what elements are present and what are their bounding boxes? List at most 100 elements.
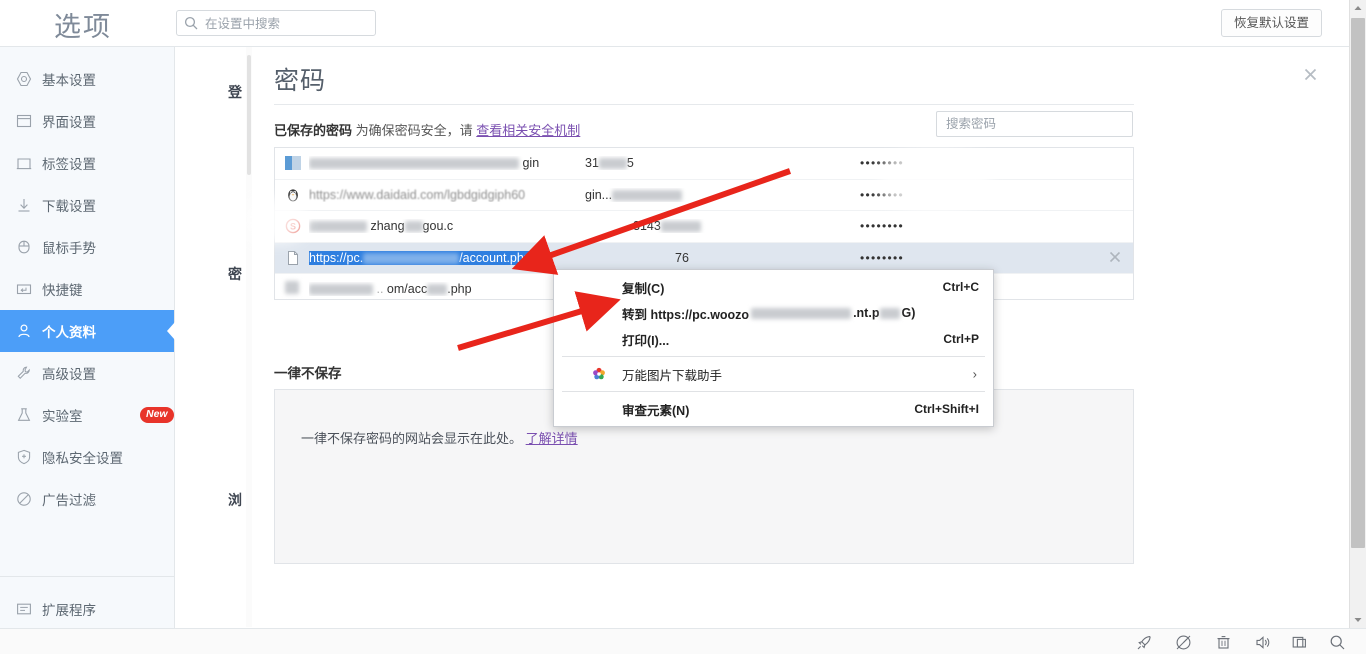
close-icon[interactable] — [1300, 65, 1320, 85]
speedometer-icon[interactable] — [1175, 634, 1192, 651]
username: gin... — [585, 188, 815, 202]
background-section-login: 登 — [228, 84, 242, 100]
sidebar-item-label: 下载设置 — [42, 199, 96, 214]
table-row[interactable]: gin 31 5 •••••••• — [275, 148, 1133, 180]
scrollbar-thumb[interactable] — [1351, 18, 1365, 548]
password-dots: •••••••• — [860, 219, 905, 234]
reset-defaults-button[interactable]: 恢复默认设置 — [1220, 9, 1322, 37]
chevron-right-icon: › — [972, 366, 977, 382]
context-menu-item-copy[interactable]: 复制(C) Ctrl+C — [554, 274, 993, 300]
context-menu-item-shortcut: Ctrl+C — [942, 280, 979, 294]
scroll-up-icon[interactable] — [1350, 0, 1366, 17]
tab-icon — [16, 155, 32, 171]
trash-icon[interactable] — [1215, 634, 1232, 651]
context-menu-item-label: 复制(C) — [622, 281, 665, 296]
sidebar-item-label: 扩展程序 — [42, 603, 96, 618]
mouse-icon — [16, 239, 32, 255]
document-favicon — [285, 250, 301, 266]
site-url: zhang gou.c — [309, 219, 619, 233]
block-icon — [16, 491, 32, 507]
context-menu-item-goto[interactable]: 转到 https://pc.woozo .nt.p G) — [554, 300, 993, 326]
blank-favicon — [285, 281, 301, 297]
password-search-input[interactable] — [936, 111, 1133, 137]
saved-passwords-heading: 已保存的密码 为确保密码安全，请 查看相关安全机制 — [274, 120, 580, 139]
username: 31 5 — [585, 156, 634, 171]
user-icon — [16, 323, 32, 339]
rocket-icon[interactable] — [1136, 634, 1153, 651]
sidebar-item-label: 隐私安全设置 — [42, 451, 123, 466]
flask-icon — [16, 407, 32, 423]
context-menu-item-label: 转到 https://pc.woozo — [622, 307, 750, 322]
site-url: gin — [309, 156, 619, 170]
sidebar-divider — [0, 576, 175, 577]
sidebar-item-interface[interactable]: 界面设置 — [0, 100, 174, 142]
sidebar-item-label: 标签设置 — [42, 157, 96, 172]
context-menu-item-shortcut: Ctrl+Shift+I — [914, 402, 979, 416]
sidebar-item-download[interactable]: 下载设置 — [0, 184, 174, 226]
username: 3143 — [585, 219, 815, 233]
speaker-icon[interactable] — [1254, 634, 1271, 651]
sidebar-item-label: 基本设置 — [42, 73, 96, 88]
context-menu-item-image-downloader[interactable]: 万能图片下载助手 › — [554, 361, 993, 387]
saved-passwords-note: 为确保密码安全，请 — [355, 123, 473, 138]
sidebar-item-tabs[interactable]: 标签设置 — [0, 142, 174, 184]
site-url: https://www.daidaid.com/lgbdgidgiph60 — [309, 187, 526, 202]
flower-color-icon — [592, 367, 606, 381]
sidebar-item-label: 实验室 — [42, 409, 83, 424]
scroll-down-icon[interactable] — [1350, 611, 1366, 628]
search-icon[interactable] — [1329, 634, 1346, 651]
dialog-title: 密码 — [274, 67, 327, 95]
background-section-browse: 浏 — [228, 492, 242, 508]
sidebar-item-profile[interactable]: 个人资料 — [0, 310, 175, 352]
new-badge: New — [140, 407, 174, 423]
sidebar: 基本设置 界面设置 标签设置 下载设置 鼠标手势 快捷键 个人资料 高级设置 实… — [0, 47, 175, 654]
context-menu-item-label: 审查元素(N) — [622, 403, 690, 418]
never-saved-text: 一律不保存密码的网站会显示在此处。 了解详情 — [301, 431, 578, 446]
shield-plus-icon — [16, 449, 32, 465]
redaction-smudge — [246, 198, 306, 242]
remove-password-icon[interactable] — [1109, 250, 1121, 266]
context-menu-item-shortcut: Ctrl+P — [943, 332, 979, 346]
sidebar-item-shortcuts[interactable]: 快捷键 — [0, 268, 174, 310]
dialog-title-divider — [274, 104, 1134, 105]
gear-circle-icon — [16, 71, 32, 87]
sidebar-item-adblock[interactable]: 广告过滤 — [0, 478, 174, 520]
inner-scrollbar-thumb[interactable] — [247, 55, 251, 175]
sidebar-item-basic[interactable]: 基本设置 — [0, 58, 174, 100]
window-icon — [16, 113, 32, 129]
context-menu-item-inspect[interactable]: 审查元素(N) Ctrl+Shift+I — [554, 396, 993, 422]
context-menu-item-label: 万能图片下载助手 — [622, 368, 723, 383]
sidebar-item-privacy[interactable]: 隐私安全设置 — [0, 436, 174, 478]
window-scrollbar[interactable] — [1349, 0, 1366, 628]
sidebar-item-label: 个人资料 — [42, 325, 96, 340]
split-window-icon[interactable] — [1291, 634, 1308, 651]
sidebar-item-lab[interactable]: 实验室 New — [0, 394, 174, 436]
page-title: 选项 — [54, 12, 112, 42]
background-section-password: 密 — [228, 266, 242, 282]
site-url: https://pc./account.php — [309, 250, 531, 265]
extension-icon — [16, 601, 32, 617]
sidebar-item-mouse-gesture[interactable]: 鼠标手势 — [0, 226, 174, 268]
security-mechanism-link[interactable]: 查看相关安全机制 — [476, 123, 580, 138]
sidebar-item-extensions[interactable]: 扩展程序 — [0, 588, 175, 630]
search-input[interactable] — [203, 11, 373, 37]
sidebar-item-label: 快捷键 — [42, 283, 83, 298]
username: 76 — [675, 250, 689, 265]
sidebar-item-advanced[interactable]: 高级设置 — [0, 352, 174, 394]
context-menu-item-label: 打印(I)... — [622, 333, 670, 348]
context-menu-item-print[interactable]: 打印(I)... Ctrl+P — [554, 326, 993, 352]
settings-search-box[interactable] — [176, 10, 376, 37]
context-menu-item-label-tail: .nt.p — [853, 306, 880, 320]
context-menu-item-mnemonic: G) — [901, 306, 916, 320]
active-indicator-notch — [167, 322, 175, 340]
table-row[interactable]: S zhanggou.c 3143 •••••••• — [275, 211, 1133, 243]
table-row[interactable]: https://www.daidaid.com/lgbdgidgiph60 gi… — [275, 180, 1133, 211]
password-dots: •••••••• — [860, 250, 905, 265]
keyboard-key-icon — [16, 281, 32, 297]
learn-more-link[interactable]: 了解详情 — [526, 431, 578, 446]
search-icon — [184, 16, 198, 30]
sidebar-item-label: 广告过滤 — [42, 493, 96, 508]
wrench-icon — [16, 365, 32, 381]
sidebar-item-label: 高级设置 — [42, 367, 96, 382]
sidebar-item-label: 鼠标手势 — [42, 241, 96, 256]
